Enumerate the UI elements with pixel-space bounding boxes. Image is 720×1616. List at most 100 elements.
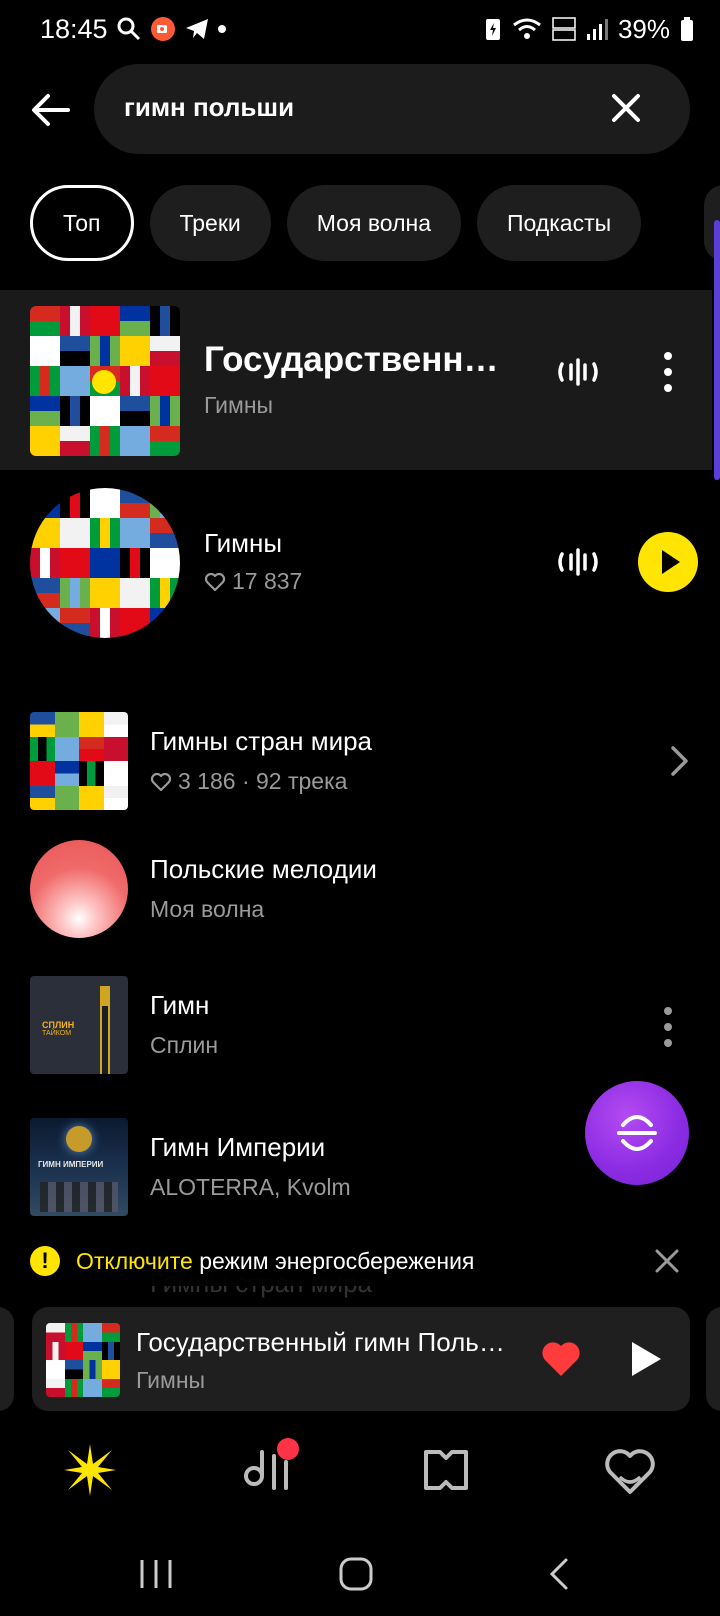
flag-tile — [83, 1360, 102, 1379]
cover-text: ГИМН ИМПЕРИИ — [38, 1160, 104, 1169]
flag-tile — [60, 578, 90, 608]
search-input[interactable]: гимн польши — [94, 64, 690, 154]
track-cover-empire[interactable]: ГИМН ИМПЕРИИ — [30, 1118, 128, 1216]
artist-avatar[interactable] — [30, 488, 180, 638]
close-icon[interactable] — [654, 1248, 680, 1274]
top-result-subtitle: Гимны — [204, 392, 274, 418]
flag-tile — [150, 608, 180, 638]
more-icon[interactable] — [658, 1005, 678, 1049]
playlist-title[interactable]: Гимны стран мира — [150, 726, 372, 757]
home-icon[interactable] — [336, 1556, 376, 1592]
notification-badge — [277, 1438, 299, 1460]
cover-text: ТАЙКОМ — [42, 1030, 72, 1037]
flag-tile — [30, 736, 55, 761]
screen-record-icon — [151, 17, 175, 41]
flag-tile — [150, 306, 180, 336]
track-title[interactable]: Гимн Империи — [150, 1132, 325, 1163]
flag-tile — [103, 736, 128, 761]
flag-tile — [60, 488, 90, 518]
flag-tile — [83, 1323, 102, 1342]
flag-tile — [90, 578, 120, 608]
wifi-icon — [513, 18, 541, 39]
player-prev-card[interactable] — [0, 1307, 14, 1411]
play-icon[interactable] — [628, 1339, 664, 1379]
playlist-cover[interactable] — [30, 712, 128, 810]
heart-outline-icon — [204, 572, 226, 591]
artist-name[interactable]: Гимны — [204, 528, 282, 559]
wave-title[interactable]: Польские мелодии — [150, 854, 377, 885]
flag-tile — [60, 518, 90, 548]
bottom-nav — [0, 1420, 720, 1520]
artist-likes: 17 837 — [204, 568, 302, 595]
track-title[interactable]: Гимн — [150, 990, 209, 1021]
heart-face-icon[interactable] — [602, 1442, 658, 1498]
banner-message: режим энергосбережения — [192, 1248, 475, 1274]
flag-tile — [120, 336, 150, 366]
flag-tile — [150, 366, 180, 396]
chip-podcasts[interactable]: Подкасты — [476, 185, 642, 261]
flag-tile — [150, 396, 180, 426]
book-map-icon[interactable] — [418, 1442, 474, 1498]
flag-tile — [120, 548, 150, 578]
flag-tile — [64, 1378, 83, 1397]
flag-tile — [120, 578, 150, 608]
artist-wave-icon[interactable] — [556, 540, 600, 584]
chip-my-wave[interactable]: Моя волна — [286, 185, 461, 261]
player-cover — [46, 1323, 120, 1397]
wave-cover[interactable] — [30, 840, 128, 938]
flag-tile — [30, 518, 60, 548]
chip-top[interactable]: Топ — [30, 185, 134, 261]
flag-tile — [60, 306, 90, 336]
signal-icon — [586, 19, 608, 40]
flag-tile — [79, 761, 104, 786]
flag-tile — [150, 488, 180, 518]
emblem-icon — [66, 1126, 92, 1152]
more-icon[interactable] — [658, 350, 678, 394]
wave-star-icon[interactable] — [62, 1442, 118, 1498]
top-result-title: Государственный гимн Польши — [204, 340, 504, 379]
search-query[interactable]: гимн польши — [124, 92, 294, 123]
my-wave-icon[interactable] — [556, 350, 600, 394]
battery-percent: 39% — [617, 13, 670, 44]
status-bar: 18:45 39% — [0, 0, 720, 60]
flag-tile — [83, 1341, 102, 1360]
cover-text: СПЛИН — [42, 1020, 75, 1030]
banner-link[interactable]: Отключите — [76, 1248, 193, 1274]
flag-tile — [90, 608, 120, 638]
flag-tile — [90, 488, 120, 518]
flag-tile — [101, 1341, 120, 1360]
flag-tile — [120, 306, 150, 336]
flag-tile — [120, 488, 150, 518]
flag-tile — [103, 785, 128, 810]
mini-player[interactable]: Государственный гимн Польши Гимны — [32, 1307, 690, 1411]
back-icon[interactable] — [540, 1556, 580, 1592]
recent-apps-icon[interactable] — [136, 1556, 176, 1592]
artist-likes-count: 17 837 — [232, 568, 303, 594]
artist-play-button[interactable] — [638, 532, 698, 592]
battery-icon — [681, 17, 693, 41]
track-artist[interactable]: Сплин — [150, 1032, 218, 1059]
flag-tile — [60, 608, 90, 638]
flag-tile — [79, 785, 104, 810]
playlist-subtitle: 3 186 · 92 трека — [178, 768, 348, 794]
back-arrow-icon[interactable] — [28, 88, 72, 132]
banner-text: Отключите режим энергосбережения — [76, 1248, 474, 1275]
wave-subtitle: Моя волна — [150, 896, 265, 922]
chip-tracks[interactable]: Треки — [149, 185, 271, 261]
flag-tile — [46, 1360, 65, 1379]
chevron-right-icon[interactable] — [668, 744, 692, 778]
track-cover-splin[interactable]: СПЛИН ТАЙКОМ — [30, 976, 128, 1074]
flag-tile — [90, 396, 120, 426]
heart-filled-icon[interactable] — [540, 1339, 582, 1379]
flag-tile — [30, 488, 60, 518]
flag-tile — [54, 761, 79, 786]
player-next-card[interactable] — [706, 1307, 720, 1411]
wave-fab-button[interactable] — [585, 1081, 689, 1185]
system-nav — [0, 1536, 720, 1616]
track-artist[interactable]: ALOTERRA, Kvolm — [150, 1174, 351, 1201]
clear-search-icon[interactable] — [604, 86, 648, 130]
flag-tile — [30, 608, 60, 638]
flag-tile — [64, 1360, 83, 1379]
flag-tile — [30, 785, 55, 810]
flag-tile — [64, 1341, 83, 1360]
